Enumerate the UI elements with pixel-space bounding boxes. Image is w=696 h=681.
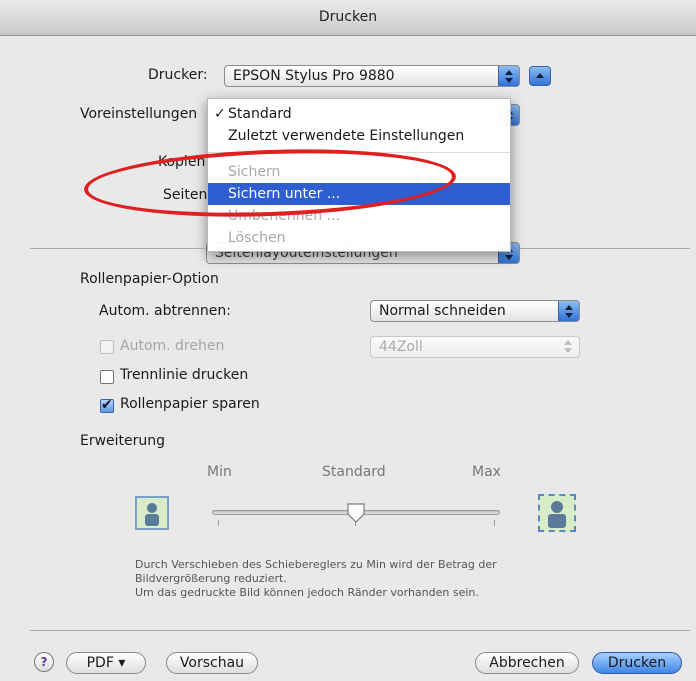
save-roll-paper-label: Rollenpapier sparen (120, 396, 260, 412)
expansion-note: Durch Verschieben des Schiebereglers zu … (135, 558, 497, 600)
printer-value: EPSON Stylus Pro 9880 (233, 68, 395, 84)
auto-rotate-checkbox (100, 340, 114, 354)
auto-rotate-label: Autom. drehen (120, 338, 225, 354)
large-image-icon (538, 494, 576, 532)
expansion-heading: Erweiterung (80, 433, 166, 449)
popup-arrows-icon (558, 337, 579, 357)
auto-cut-popup[interactable]: Normal schneiden (370, 300, 580, 322)
slider-standard-label: Standard (322, 464, 386, 480)
print-button[interactable]: Drucken (592, 652, 682, 674)
note-line: Bildvergrößerung reduziert. (135, 572, 287, 585)
save-roll-paper-checkbox[interactable] (100, 397, 114, 413)
print-cutline-label: Trennlinie drucken (120, 367, 249, 383)
note-line: Um das gedruckte Bild können jedoch Ränd… (135, 586, 479, 599)
menu-item-recent[interactable]: Zuletzt verwendete Einstellungen (208, 125, 510, 147)
slider-min-label: Min (207, 464, 232, 480)
expansion-slider-thumb[interactable] (346, 502, 366, 524)
auto-rotate-popup: 44Zoll (370, 336, 580, 358)
popup-arrows-icon (498, 66, 519, 86)
auto-cut-value: Normal schneiden (379, 303, 506, 319)
auto-rotate-value: 44Zoll (379, 339, 423, 355)
slider-tick (494, 520, 495, 526)
checkmark-icon: ✓ (214, 106, 226, 122)
slider-tick (218, 520, 219, 526)
presets-label: Voreinstellungen (80, 106, 198, 122)
divider (520, 248, 690, 249)
divider (30, 630, 690, 631)
popup-arrows-icon (558, 301, 579, 321)
auto-cut-label: Autom. abtrennen: (99, 303, 232, 319)
menu-item-delete: Löschen (208, 227, 510, 249)
window-title: Drucken (0, 0, 696, 36)
menu-item-label: Löschen (228, 230, 286, 246)
small-image-icon (135, 496, 169, 530)
roll-heading: Rollenpapier-Option (80, 271, 219, 287)
slider-max-label: Max (472, 464, 501, 480)
preview-button[interactable]: Vorschau (166, 652, 258, 674)
printer-label: Drucker: (148, 67, 208, 83)
menu-item-label: Standard (228, 106, 292, 122)
printer-popup[interactable]: EPSON Stylus Pro 9880 (224, 65, 520, 87)
disclosure-collapse-button[interactable] (529, 66, 551, 86)
help-button[interactable]: ? (34, 652, 54, 672)
print-cutline-checkbox[interactable] (100, 370, 114, 384)
divider (30, 248, 206, 249)
menu-item-label: Zuletzt verwendete Einstellungen (228, 128, 465, 144)
note-line: Durch Verschieben des Schiebereglers zu … (135, 558, 497, 571)
cancel-button[interactable]: Abbrechen (475, 652, 579, 674)
pdf-button[interactable]: PDF ▾ (66, 652, 146, 674)
menu-item-standard[interactable]: ✓ Standard (208, 103, 510, 125)
